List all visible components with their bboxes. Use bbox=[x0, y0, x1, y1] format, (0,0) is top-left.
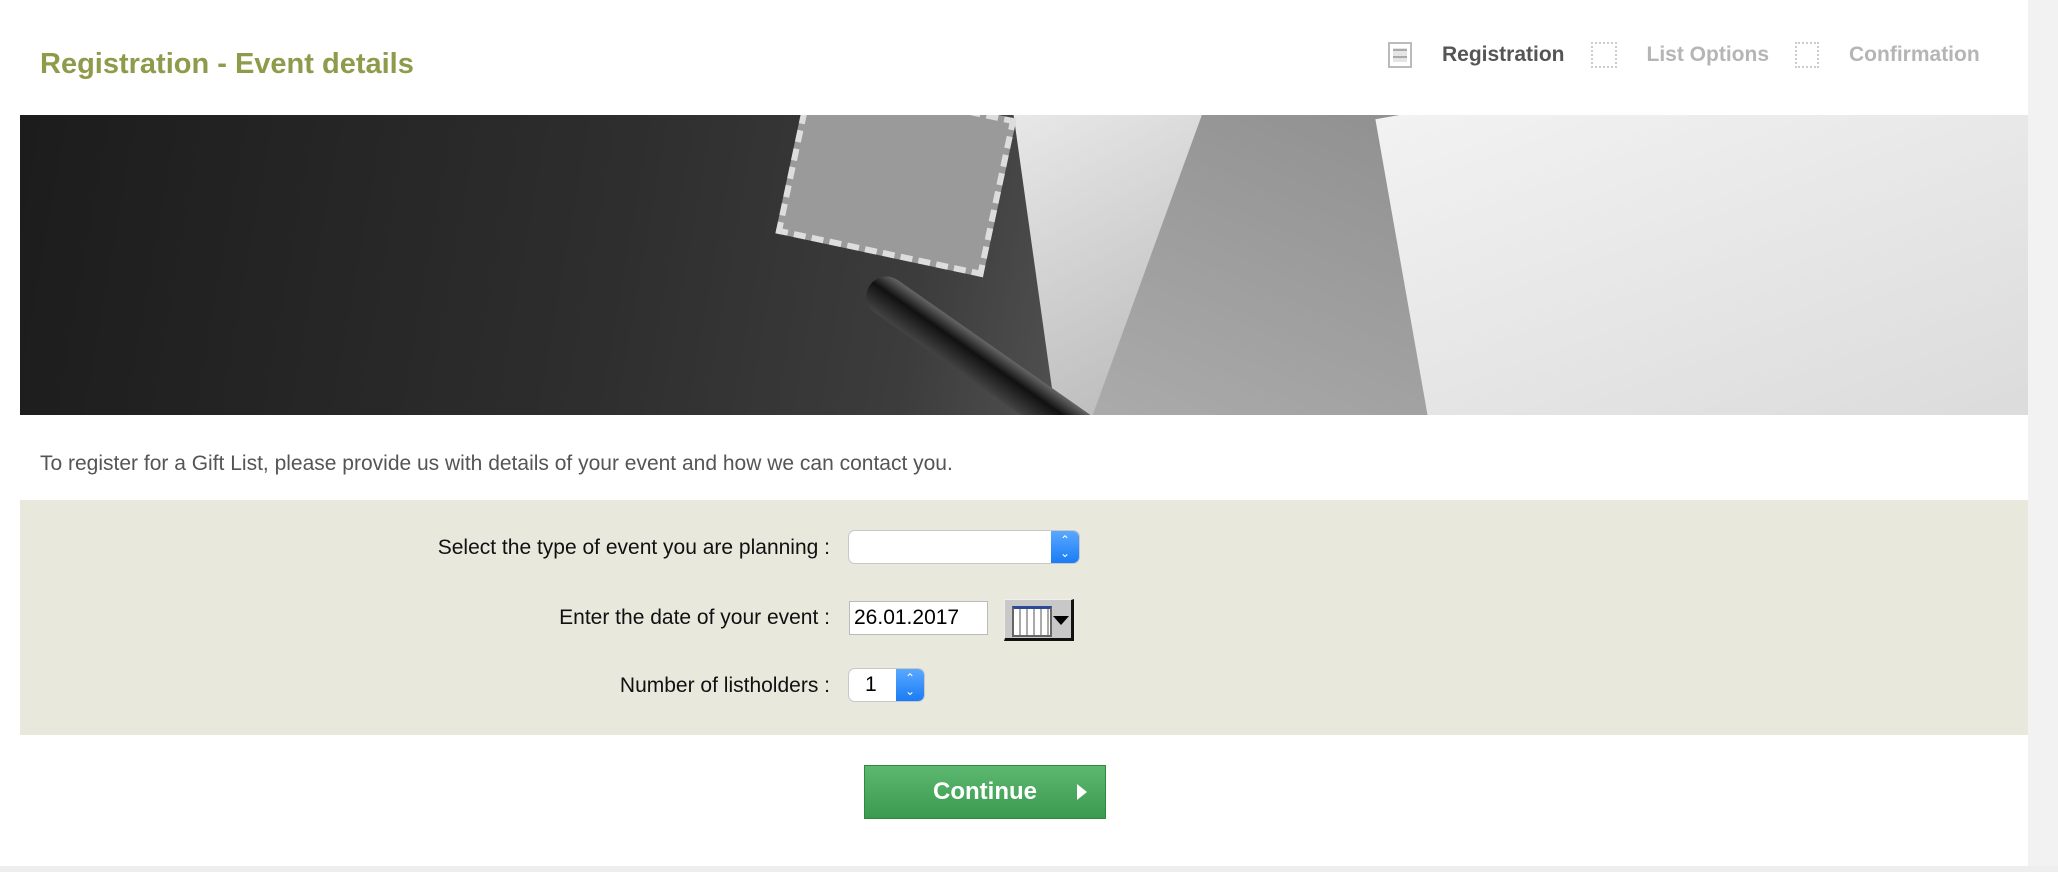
calendar-button[interactable] bbox=[1004, 599, 1074, 641]
intro-text: To register for a Gift List, please prov… bbox=[40, 452, 953, 475]
step-registration: Registration bbox=[1388, 42, 1565, 68]
grid-icon bbox=[1590, 42, 1617, 68]
event-date-input[interactable] bbox=[849, 601, 988, 635]
checkmark-icon bbox=[1795, 42, 1820, 68]
caret-down-icon bbox=[1053, 616, 1069, 625]
event-date-label: Enter the date of your event : bbox=[559, 606, 830, 629]
continue-label: Continue bbox=[933, 778, 1037, 805]
stamp-shape bbox=[775, 115, 1017, 278]
chevron-updown-icon: ⌃ ⌄ bbox=[1051, 531, 1079, 563]
divider bbox=[0, 866, 2058, 872]
event-type-label: Select the type of event you are plannin… bbox=[437, 536, 830, 559]
listholders-row: Number of listholders : 1 ⌃ ⌄ bbox=[20, 669, 2028, 705]
progress-steps: Registration List Options Confirmation bbox=[1388, 42, 2006, 68]
invitation-card-shape bbox=[1375, 115, 2028, 415]
chevron-updown-icon: ⌃ ⌄ bbox=[896, 669, 924, 701]
scrollbar-track[interactable] bbox=[2028, 0, 2058, 872]
continue-button[interactable]: Continue bbox=[864, 765, 1106, 819]
select-value: 1 bbox=[865, 673, 877, 696]
step-list-options: List Options bbox=[1590, 42, 1770, 68]
event-type-row: Select the type of event you are plannin… bbox=[20, 531, 2028, 567]
step-confirmation: Confirmation bbox=[1795, 42, 1980, 68]
document-icon bbox=[1388, 42, 1412, 68]
event-type-select[interactable]: ⌃ ⌄ bbox=[849, 531, 1079, 563]
banner-image bbox=[20, 115, 2028, 415]
page-title: Registration - Event details bbox=[40, 48, 414, 80]
event-form: Select the type of event you are plannin… bbox=[20, 500, 2028, 735]
step-label: Registration bbox=[1442, 43, 1565, 66]
step-label: Confirmation bbox=[1849, 43, 1980, 66]
listholders-select[interactable]: 1 ⌃ ⌄ bbox=[849, 669, 924, 701]
calendar-icon bbox=[1012, 606, 1052, 637]
event-date-row: Enter the date of your event : bbox=[20, 599, 2028, 641]
step-label: List Options bbox=[1646, 43, 1770, 66]
listholders-label: Number of listholders : bbox=[619, 674, 830, 697]
arrow-right-icon bbox=[1077, 784, 1087, 800]
